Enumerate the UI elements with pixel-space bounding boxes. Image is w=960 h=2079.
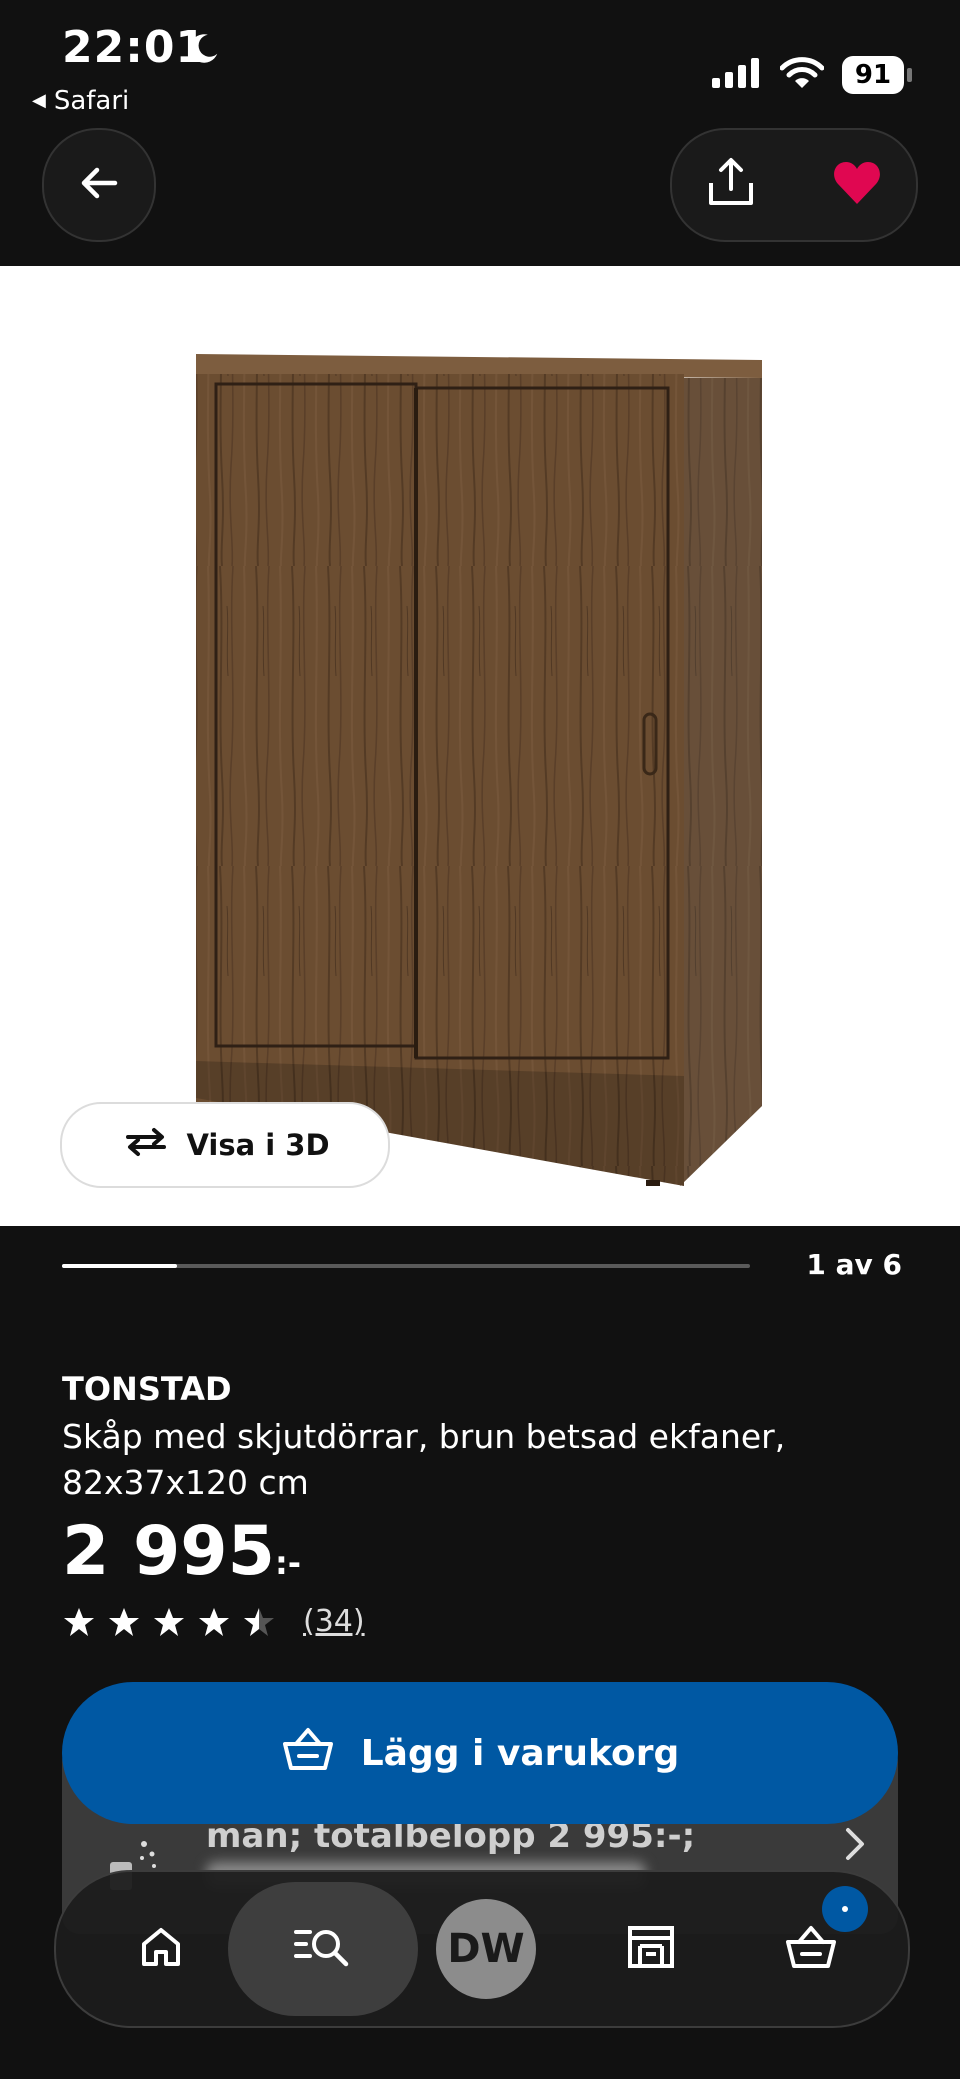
product-name: TONSTAD [62,1370,232,1408]
back-to-safari[interactable]: ◀ Safari [32,86,129,116]
product-rating[interactable]: (34) [62,1604,365,1639]
add-to-cart-button[interactable]: Lägg i varukorg [62,1682,898,1824]
wifi-icon [779,56,825,94]
share-icon [703,155,759,215]
back-app-label: Safari [53,86,130,116]
moon-icon [184,30,222,72]
store-icon [626,1924,676,1974]
star-icon [154,1607,184,1636]
rotate-3d-icon [120,1125,172,1166]
view-3d-button[interactable]: Visa i 3D [60,1102,390,1188]
price-suffix: :- [274,1544,302,1582]
tab-home[interactable] [96,1872,226,2026]
cart-badge-dot [842,1906,848,1912]
rating-count[interactable]: (34) [303,1604,365,1639]
share-button[interactable] [696,150,766,220]
price-value: 2 995 [62,1512,275,1591]
status-icons: 91 [710,56,912,94]
product-image [196,354,762,1186]
product-price: 2 995:- [62,1512,301,1603]
basket-icon [281,1726,335,1781]
progress-track [62,1264,750,1268]
star-icon [109,1607,139,1636]
back-triangle-icon: ◀ [32,90,46,111]
rating-stars [62,1606,276,1638]
back-button[interactable] [42,128,156,242]
home-icon [138,1924,184,1974]
tab-profile[interactable]: DW [426,1872,546,2026]
star-icon [64,1607,94,1636]
tab-store[interactable] [586,1872,716,2026]
top-nav [0,128,960,268]
battery-indicator: 91 [842,56,904,94]
star-icon [199,1607,229,1636]
signal-icon [710,56,762,94]
chevron-right-icon [842,1824,868,1868]
star-icon [244,1607,274,1636]
add-to-cart-label: Lägg i varukorg [360,1732,680,1774]
cart-basket-icon [784,1924,838,1974]
favorite-button[interactable] [822,150,892,220]
heart-icon [832,160,882,210]
avatar: DW [436,1899,536,1999]
action-pill [670,128,918,242]
tab-search[interactable] [228,1872,418,2026]
status-bar: 22:01 ◀ Safari 91 [0,0,960,130]
battery-tip [907,68,912,82]
arrow-left-icon [75,159,123,211]
view-3d-label: Visa i 3D [186,1128,330,1162]
gallery-progress: 1 av 6 [62,1248,902,1288]
product-description: Skåp med skjutdörrar, brun betsad ekfane… [62,1417,786,1502]
product-gallery[interactable]: Visa i 3D [0,266,960,1226]
cart-badge [822,1886,868,1932]
search-list-icon [294,1924,352,1974]
bottom-tab-bar: DW [54,1870,910,2028]
page-indicator: 1 av 6 [806,1248,902,1281]
progress-fill [62,1264,177,1268]
